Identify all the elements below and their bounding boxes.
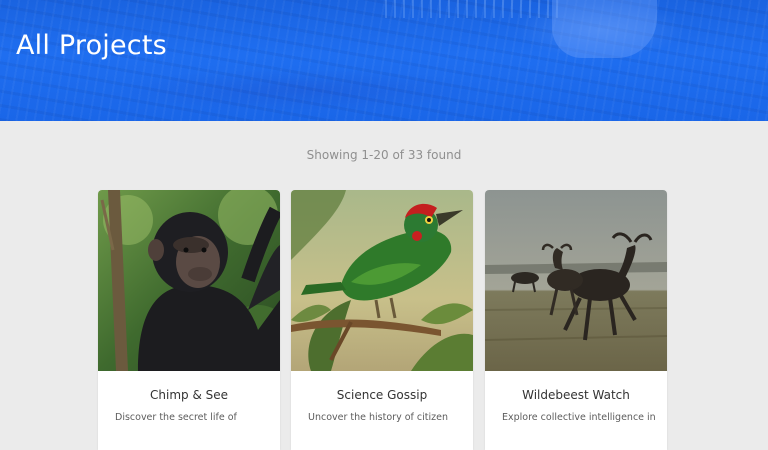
project-title[interactable]: Chimp & See xyxy=(98,388,280,402)
project-description: Uncover the history of citizen xyxy=(308,412,448,423)
project-title[interactable]: Science Gossip xyxy=(291,388,473,402)
project-description: Explore collective intelligence in xyxy=(502,412,656,423)
hero-rock-detail xyxy=(552,0,657,58)
results-count: Showing 1-20 of 33 found xyxy=(306,148,462,162)
project-image-bird-illustration[interactable] xyxy=(291,190,473,371)
project-title[interactable]: Wildebeest Watch xyxy=(485,388,667,402)
project-card-wildebeest-watch[interactable]: Wildebeest Watch Explore collective inte… xyxy=(485,190,667,450)
project-image-wildebeest[interactable] xyxy=(485,190,667,371)
project-description: Discover the secret life of xyxy=(115,412,237,423)
project-card-chimp-and-see[interactable]: Chimp & See Discover the secret life of xyxy=(98,190,280,450)
page-title: All Projects xyxy=(16,30,167,61)
project-card-science-gossip[interactable]: Science Gossip Uncover the history of ci… xyxy=(291,190,473,450)
project-image-chimpanzee[interactable] xyxy=(98,190,280,371)
hero-banner: All Projects xyxy=(0,0,768,121)
hero-fence-detail xyxy=(385,0,565,18)
